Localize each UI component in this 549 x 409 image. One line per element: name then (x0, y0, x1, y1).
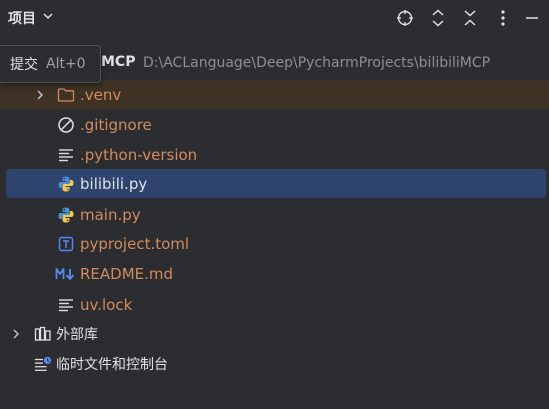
tree-item-label: 临时文件和控制台 (56, 356, 168, 373)
tree-row-pyproject[interactable]: pyproject.toml (0, 229, 549, 258)
collapse-icon[interactable] (460, 8, 480, 28)
tree-item-label: README.md (80, 264, 174, 283)
toml-file-icon (57, 235, 75, 253)
tree-item-label: 外部库 (56, 326, 98, 343)
markdown-file-icon (55, 265, 77, 283)
locate-icon[interactable] (395, 8, 415, 28)
tree-row-uv-lock[interactable]: uv.lock (0, 290, 549, 319)
expand-icon[interactable] (428, 8, 448, 28)
tree-row-gitignore[interactable]: .gitignore (0, 110, 549, 139)
project-view-title: 项目 (8, 11, 36, 27)
ignored-file-icon (57, 116, 75, 134)
tree-row-scratches[interactable]: 临时文件和控制台 (0, 349, 549, 378)
root-project-path: D:\ACLanguage\Deep\PycharmProjects\bilib… (143, 55, 491, 71)
tree-row-bilibili-py[interactable]: bilibili.py (6, 169, 546, 198)
root-project-name: MCP (101, 54, 136, 70)
chevron-down-icon (42, 10, 54, 26)
python-file-icon (57, 175, 75, 193)
library-icon (34, 325, 52, 343)
text-file-icon (57, 146, 75, 164)
scratch-console-icon (34, 355, 52, 373)
folder-icon (57, 86, 75, 104)
tree-item-label: pyproject.toml (80, 234, 190, 253)
python-file-icon (57, 206, 75, 224)
tool-window-header: 项目 (0, 0, 549, 36)
project-view-selector[interactable]: 项目 (8, 8, 54, 28)
project-tool-window: 项目 提交 Alt+0 MCP D:\ACLanguage\Deep\Pycha… (0, 0, 549, 409)
tree-item-label: bilibili.py (80, 174, 148, 193)
minimize-icon[interactable] (522, 8, 542, 28)
tree-item-label: .gitignore (80, 115, 152, 134)
tree-row-external-libraries[interactable]: 外部库 (0, 319, 549, 348)
tree-item-label: .venv (80, 85, 122, 104)
tree-row-venv[interactable]: .venv (0, 80, 549, 109)
commit-tooltip: 提交 Alt+0 (0, 45, 101, 83)
tree-item-label: uv.lock (80, 295, 133, 314)
tree-row-main-py[interactable]: main.py (0, 200, 549, 229)
tree-row-readme[interactable]: README.md (0, 259, 549, 288)
tree-item-label: main.py (80, 205, 141, 224)
tree-row-python-version[interactable]: .python-version (0, 140, 549, 169)
text-file-icon (57, 296, 75, 314)
chevron-right-icon[interactable] (34, 89, 46, 101)
tooltip-shortcut: Alt+0 (46, 56, 86, 72)
more-options-icon[interactable] (493, 8, 513, 28)
tooltip-label: 提交 (10, 57, 38, 73)
chevron-right-icon[interactable] (10, 328, 22, 340)
tree-item-label: .python-version (80, 145, 198, 164)
